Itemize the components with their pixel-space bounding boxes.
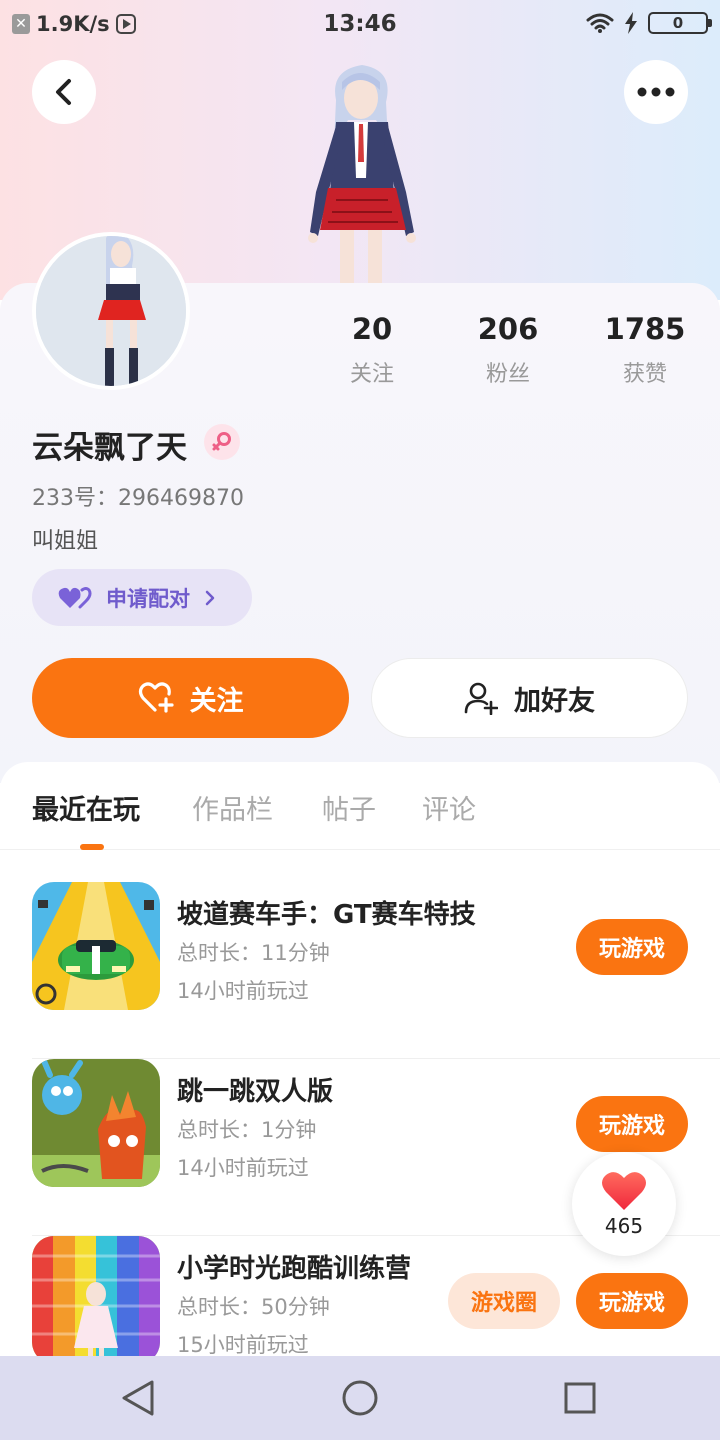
back-button[interactable] xyxy=(32,60,96,124)
avatar-image xyxy=(36,236,186,386)
nav-recent-icon xyxy=(564,1382,596,1414)
apply-pair-button[interactable]: 申请配对 xyxy=(32,569,252,626)
more-options-button[interactable] xyxy=(624,60,688,124)
tab-indicator xyxy=(80,844,104,850)
game-last-played: 14小时前玩过 xyxy=(177,1156,309,1180)
stat-fans-value: 206 xyxy=(477,312,539,346)
nav-home-icon xyxy=(342,1380,378,1416)
tab-comments[interactable]: 评论 xyxy=(422,788,476,827)
heart-icon xyxy=(602,1172,646,1210)
game-last-played: 14小时前玩过 xyxy=(177,979,309,1003)
like-count: 465 xyxy=(604,1214,644,1238)
status-right: 0 xyxy=(586,12,712,34)
game-icon[interactable] xyxy=(32,1236,160,1364)
parkour-game-image xyxy=(32,1236,160,1364)
gender-badge xyxy=(204,424,240,460)
stat-likes-label: 获赞 xyxy=(622,362,667,387)
content-panel: 最近在玩 作品栏 帖子 评论 坡道赛车手：GT赛车特技 总时长：11分钟 14小… xyxy=(0,762,720,1364)
game-list-item[interactable]: 坡道赛车手：GT赛车特技 总时长：11分钟 14小时前玩过 玩游戏 xyxy=(0,882,720,1059)
game-circle-button[interactable]: 游戏圈 xyxy=(448,1273,560,1329)
chevron-right-icon xyxy=(205,590,215,605)
game-duration: 总时长：11分钟 xyxy=(177,941,330,965)
follow-button[interactable]: 关注 xyxy=(32,658,349,738)
nav-back-icon xyxy=(122,1380,154,1416)
stat-likes[interactable]: 1785 获赞 xyxy=(575,312,715,388)
jump-game-image xyxy=(32,1059,160,1187)
game-duration: 总时长：50分钟 xyxy=(177,1295,330,1319)
stat-following[interactable]: 20 关注 xyxy=(302,312,442,388)
back-icon xyxy=(56,79,71,105)
user-bio: 叫姐姐 xyxy=(32,529,99,554)
tab-posts[interactable]: 帖子 xyxy=(322,788,376,827)
game-duration: 总时长：1分钟 xyxy=(177,1118,317,1142)
follow-heart-icon xyxy=(138,682,174,713)
apply-pair-label: 申请配对 xyxy=(106,586,190,611)
avatar[interactable] xyxy=(32,232,190,390)
user-id: 233号：296469870 xyxy=(32,486,244,511)
nav-back-button[interactable] xyxy=(116,1376,160,1420)
play-game-button[interactable]: 玩游戏 xyxy=(576,919,688,975)
game-title: 小学时光跑酷训练营 xyxy=(177,1254,412,1284)
heart-pair-icon xyxy=(58,586,92,608)
play-game-button[interactable]: 玩游戏 xyxy=(576,1273,688,1329)
add-friend-label: 加好友 xyxy=(514,685,595,717)
tab-bar: 最近在玩 作品栏 帖子 评论 xyxy=(0,762,720,850)
stat-fans-label: 粉丝 xyxy=(485,362,530,387)
status-bar: ✕ 1.9K/s 13:46 0 xyxy=(0,0,720,50)
stat-following-value: 20 xyxy=(351,312,393,346)
add-friend-button[interactable]: 加好友 xyxy=(371,658,688,738)
like-float-button[interactable]: 465 xyxy=(572,1152,676,1256)
game-title: 跳一跳双人版 xyxy=(177,1077,334,1107)
play-game-button[interactable]: 玩游戏 xyxy=(576,1096,688,1152)
add-friend-icon xyxy=(464,682,498,715)
stat-following-label: 关注 xyxy=(349,362,394,387)
game-title: 坡道赛车手：GT赛车特技 xyxy=(177,900,476,930)
tab-recently-played[interactable]: 最近在玩 xyxy=(32,788,140,827)
battery-indicator: 0 xyxy=(648,12,712,34)
female-icon xyxy=(212,432,231,451)
game-icon[interactable] xyxy=(32,882,160,1010)
more-icon xyxy=(637,87,675,97)
stat-likes-value: 1785 xyxy=(604,312,686,346)
nav-home-button[interactable] xyxy=(338,1376,382,1420)
game-last-played: 15小时前玩过 xyxy=(177,1333,309,1357)
system-nav-bar xyxy=(0,1356,720,1440)
follow-label: 关注 xyxy=(189,685,244,717)
wifi-icon xyxy=(586,13,614,33)
charging-icon xyxy=(625,12,637,34)
hero-character-image xyxy=(308,65,416,285)
stat-fans[interactable]: 206 粉丝 xyxy=(438,312,578,388)
nav-recent-button[interactable] xyxy=(558,1376,602,1420)
game-icon[interactable] xyxy=(32,1059,160,1187)
race-game-image xyxy=(32,882,160,1010)
username: 云朵飘了天 xyxy=(32,430,187,466)
tab-works[interactable]: 作品栏 xyxy=(192,788,273,827)
